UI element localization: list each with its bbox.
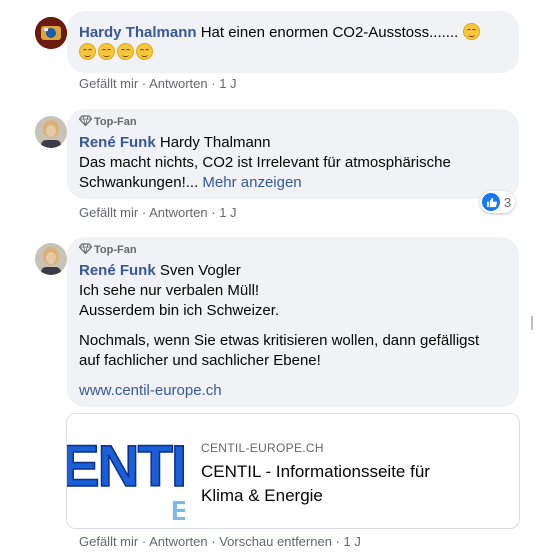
remove-preview-link[interactable]: Vorschau entfernen	[219, 534, 332, 549]
diamond-icon	[78, 243, 93, 255]
like-link[interactable]: Gefällt mir	[79, 534, 138, 549]
comment-author[interactable]: René Funk	[79, 262, 156, 279]
svg-text:E: E	[171, 495, 185, 526]
separator: ·	[207, 534, 220, 549]
comment-text: Schwankungen!...	[79, 174, 199, 191]
top-fan-badge: Top-Fan	[78, 243, 137, 256]
see-more-link[interactable]: Mehr anzeigen	[198, 174, 301, 191]
top-fan-badge: Top-Fan	[78, 115, 137, 128]
separator: ·	[207, 205, 220, 220]
mention[interactable]: Sven Vogler	[156, 262, 241, 279]
separator: ·	[138, 76, 150, 91]
comment-2-line-1: René Funk Hardy Thalmann	[79, 133, 270, 153]
grinning-squinting-face-icon	[136, 43, 153, 60]
comment-author[interactable]: René Funk	[79, 134, 156, 151]
scrollbar-thumb[interactable]	[531, 316, 533, 330]
comment-2-actions: Gefällt mir · Antworten · 1 J	[79, 205, 237, 220]
link-preview-domain: CENTIL-EUROPE.CH	[201, 441, 324, 455]
like-link[interactable]: Gefällt mir	[79, 205, 138, 220]
avatar-image	[35, 243, 67, 275]
comment-3-line-4: Nochmals, wenn Sie etwas kritisieren wol…	[79, 332, 480, 349]
link-preview-title[interactable]: CENTIL - Informationsseite für Klima & E…	[201, 460, 430, 508]
thumbs-up-icon	[482, 193, 500, 211]
timestamp[interactable]: 1 J	[219, 205, 236, 220]
comment-author[interactable]: Hardy Thalmann	[79, 24, 197, 41]
comment-3-line-1: René Funk Sven Vogler	[79, 261, 241, 281]
separator: ·	[138, 534, 150, 549]
link-preview-image: ENTI E	[67, 414, 185, 528]
website-link[interactable]: www.centil-europe.ch	[79, 381, 222, 401]
avatar-image	[35, 17, 67, 49]
reaction-count: 3	[504, 194, 512, 210]
top-fan-label: Top-Fan	[94, 116, 137, 128]
avatar-rene-funk[interactable]	[35, 116, 67, 148]
timestamp[interactable]: 1 J	[344, 534, 361, 549]
link-preview-card[interactable]: ENTI E CENTIL-EUROPE.CH CENTIL - Informa…	[66, 413, 520, 529]
comment-1-emoji-row	[79, 43, 155, 63]
comment-2-line-2: Das macht nichts, CO2 ist Irrelevant für…	[79, 154, 451, 171]
comment-3-line-2: Ich sehe nur verbalen Müll!	[79, 282, 260, 299]
avatar-rene-funk[interactable]	[35, 243, 67, 275]
reply-link[interactable]: Antworten	[149, 76, 208, 91]
grinning-squinting-face-icon	[98, 43, 115, 60]
comment-1-line-1: Hardy Thalmann Hat einen enormen CO2-Aus…	[79, 23, 482, 43]
comment-3-line-3: Ausserdem bin ich Schweizer.	[79, 302, 280, 319]
grinning-squinting-face-icon	[79, 43, 96, 60]
top-fan-label: Top-Fan	[94, 244, 137, 256]
avatar-image	[35, 116, 67, 148]
like-link[interactable]: Gefällt mir	[79, 76, 138, 91]
diamond-icon	[78, 115, 93, 127]
centil-logo-image: ENTI E	[67, 414, 185, 528]
comment-3-line-5: auf fachlicher und sachlicher Ebene!	[79, 352, 321, 369]
avatar-hardy-thalmann[interactable]	[35, 17, 67, 49]
comment-1-actions: Gefällt mir · Antworten · 1 J	[79, 76, 237, 91]
link-preview-title-line-1: CENTIL - Informationsseite für	[201, 462, 430, 481]
reply-link[interactable]: Antworten	[149, 205, 208, 220]
comment-3-actions: Gefällt mir · Antworten · Vorschau entfe…	[79, 534, 361, 549]
separator: ·	[138, 205, 150, 220]
link-preview-title-line-2: Klima & Energie	[201, 486, 323, 505]
separator: ·	[331, 534, 344, 549]
svg-text:ENTI: ENTI	[67, 434, 185, 499]
separator: ·	[207, 76, 220, 91]
reaction-count-badge[interactable]: 3	[480, 191, 516, 213]
comment-text: Hat einen enormen CO2-Ausstoss.......	[196, 24, 459, 41]
reply-link[interactable]: Antworten	[149, 534, 208, 549]
grinning-squinting-face-icon	[117, 43, 134, 60]
grinning-squinting-face-icon	[462, 23, 480, 40]
timestamp[interactable]: 1 J	[219, 76, 236, 91]
comment-2-line-3: Schwankungen!... Mehr anzeigen	[79, 173, 302, 193]
mention[interactable]: Hardy Thalmann	[156, 134, 271, 151]
